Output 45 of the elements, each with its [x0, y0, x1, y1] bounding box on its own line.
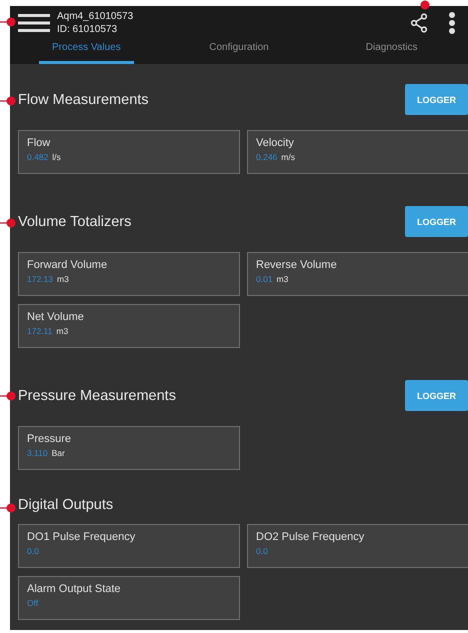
share-icon[interactable] — [410, 13, 428, 33]
unit-text: m/s — [281, 152, 295, 162]
card-label: DO1 Pulse Frequency — [27, 531, 136, 543]
unit-text: m3 — [56, 326, 68, 336]
logger-button[interactable]: LOGGER — [405, 84, 468, 115]
logger-button[interactable]: LOGGER — [405, 380, 468, 411]
device-name: Aqm4_61010573 — [57, 10, 134, 23]
value-text: 0.0 — [256, 546, 268, 556]
more-icon[interactable] — [448, 12, 456, 34]
value-text: 172.13 — [27, 274, 53, 284]
callout-marker — [0, 503, 16, 513]
section-title: Digital Outputs — [18, 497, 114, 513]
menu-icon[interactable] — [18, 13, 50, 33]
card-label: Alarm Output State — [27, 583, 122, 595]
device-id: ID: 61010573 — [57, 23, 118, 36]
card-label: DO2 Pulse Frequency — [256, 531, 366, 543]
callout-marker — [420, 0, 430, 10]
callout-marker — [0, 391, 16, 401]
card-label: Reverse Volume — [256, 259, 338, 271]
value-text: 172.11 — [27, 326, 52, 336]
callout-marker — [0, 218, 16, 228]
card-label: Pressure — [27, 433, 72, 445]
callout-marker — [0, 17, 16, 27]
tab[interactable]: Process Values — [38, 42, 134, 64]
card-label: Flow — [27, 137, 52, 149]
value-text: 3.110 — [27, 448, 48, 458]
section-title: Flow Measurements — [18, 92, 149, 108]
tab[interactable]: Configuration — [191, 42, 286, 64]
section-title: Pressure Measurements — [18, 388, 176, 404]
section-title: Volume Totalizers — [18, 214, 132, 230]
card-label: Net Volume — [27, 311, 85, 323]
unit-text: m3 — [276, 274, 288, 284]
unit-text: Bar — [52, 448, 65, 458]
value-text: 0.246 — [256, 152, 278, 162]
unit-text: l/s — [52, 152, 61, 162]
card-label: Velocity — [256, 137, 295, 149]
value-text: 0.01 — [256, 274, 273, 284]
unit-text: m3 — [57, 274, 69, 284]
value-text: 0.0 — [27, 546, 39, 556]
card-label: Forward Volume — [27, 259, 108, 271]
tab[interactable]: Diagnostics — [344, 42, 440, 64]
value-text: Off — [27, 598, 38, 608]
callout-marker — [0, 96, 16, 106]
logger-button[interactable]: LOGGER — [405, 206, 468, 237]
value-text: 0.482 — [27, 152, 48, 162]
